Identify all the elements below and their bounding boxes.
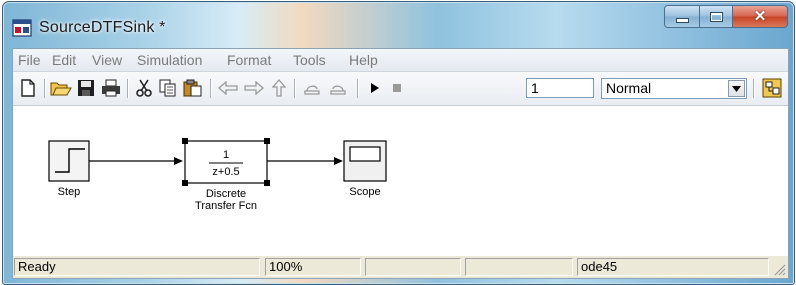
- scope-label[interactable]: Scope: [335, 186, 395, 198]
- menu-help[interactable]: Help: [349, 52, 378, 68]
- print-button[interactable]: [99, 78, 123, 98]
- play-icon: [371, 83, 379, 93]
- library-browser-icon: [762, 78, 782, 98]
- simulation-mode-value: Normal: [606, 80, 652, 96]
- copy-icon: [159, 79, 176, 97]
- toolbar-separator: [294, 79, 295, 98]
- menu-edit[interactable]: Edit: [52, 52, 76, 68]
- stop-simulation-button[interactable]: [387, 78, 407, 98]
- menu-tools[interactable]: Tools: [293, 52, 326, 68]
- stop-icon: [393, 84, 401, 92]
- redo-icon: [330, 85, 346, 95]
- chevron-down-icon[interactable]: [728, 80, 745, 97]
- menu-format[interactable]: Format: [227, 52, 271, 68]
- menu-view[interactable]: View: [92, 52, 122, 68]
- selection-handle[interactable]: [182, 138, 188, 144]
- status-empty-1: [365, 258, 461, 276]
- undo-button[interactable]: [300, 78, 324, 98]
- toolbar-separator: [127, 79, 128, 98]
- new-icon: [21, 79, 35, 97]
- open-icon: [50, 82, 72, 96]
- stop-time-input[interactable]: 1: [526, 78, 594, 98]
- redo-button[interactable]: [326, 78, 350, 98]
- status-ready: Ready: [14, 258, 260, 276]
- tf-denominator: z+0.5: [212, 166, 240, 178]
- cut-icon: [136, 79, 152, 97]
- library-browser-button[interactable]: [760, 78, 784, 98]
- undo-icon: [304, 85, 320, 95]
- status-empty-2: [465, 258, 573, 276]
- print-icon: [102, 79, 120, 97]
- maximize-icon: [709, 11, 723, 22]
- signal-line-tf-to-scope[interactable]: [267, 157, 343, 165]
- save-icon: [78, 80, 94, 96]
- minimize-button[interactable]: [664, 5, 700, 28]
- simulink-app-icon: [12, 19, 32, 37]
- new-model-button[interactable]: [18, 78, 38, 98]
- back-icon: [218, 81, 238, 95]
- discrete-transfer-fcn-block[interactable]: [182, 138, 270, 186]
- tf-label-line2[interactable]: Transfer Fcn: [176, 200, 276, 212]
- menu-bar: File Edit View Simulation Format Tools H…: [13, 49, 788, 72]
- step-label[interactable]: Step: [39, 186, 99, 198]
- status-bar: Ready 100% ode45: [13, 256, 788, 278]
- tf-label-line1[interactable]: Discrete: [176, 188, 276, 200]
- selection-handle[interactable]: [264, 138, 270, 144]
- signal-line-step-to-tf[interactable]: [89, 157, 183, 165]
- toolbar: 1 Normal: [13, 72, 788, 106]
- window-title: SourceDTFSink *: [39, 19, 166, 36]
- minimize-icon: [675, 18, 689, 23]
- status-zoom: 100%: [265, 258, 361, 276]
- paste-icon: [183, 79, 202, 97]
- simulink-window: SourceDTFSink * ✕ File Edit View Simulat…: [2, 1, 795, 285]
- forward-button[interactable]: [242, 78, 266, 98]
- forward-icon: [244, 81, 264, 95]
- status-solver: ode45: [577, 258, 769, 276]
- model-diagram: [48, 138, 387, 186]
- menu-file[interactable]: File: [18, 52, 41, 68]
- open-button[interactable]: [49, 78, 73, 98]
- simulation-mode-select[interactable]: Normal: [601, 78, 747, 99]
- model-canvas[interactable]: 1 z+0.5 Step Discrete Transfer Fcn Scope: [13, 106, 788, 256]
- up-button[interactable]: [268, 78, 290, 98]
- client-area: File Edit View Simulation Format Tools H…: [12, 48, 789, 279]
- toolbar-separator: [357, 79, 358, 98]
- save-button[interactable]: [74, 78, 98, 98]
- close-button[interactable]: ✕: [733, 5, 788, 28]
- menu-simulation[interactable]: Simulation: [137, 52, 202, 68]
- window-controls: ✕: [664, 5, 788, 28]
- toolbar-separator: [753, 79, 754, 98]
- step-block[interactable]: [48, 140, 90, 182]
- close-icon: ✕: [753, 8, 767, 25]
- selection-handle[interactable]: [182, 180, 188, 186]
- maximize-button[interactable]: [700, 5, 733, 28]
- cut-button[interactable]: [133, 78, 155, 98]
- start-simulation-button[interactable]: [365, 78, 385, 98]
- title-bar[interactable]: SourceDTFSink * ✕: [3, 2, 794, 48]
- selection-handle[interactable]: [264, 180, 270, 186]
- resize-grip-icon[interactable]: [774, 264, 786, 276]
- toolbar-separator: [210, 79, 211, 98]
- paste-button[interactable]: [181, 78, 205, 98]
- up-icon: [272, 79, 286, 97]
- back-button[interactable]: [216, 78, 240, 98]
- toolbar-separator: [44, 79, 45, 98]
- scope-block[interactable]: [343, 140, 387, 182]
- tf-numerator: 1: [222, 149, 230, 161]
- copy-button[interactable]: [157, 78, 179, 98]
